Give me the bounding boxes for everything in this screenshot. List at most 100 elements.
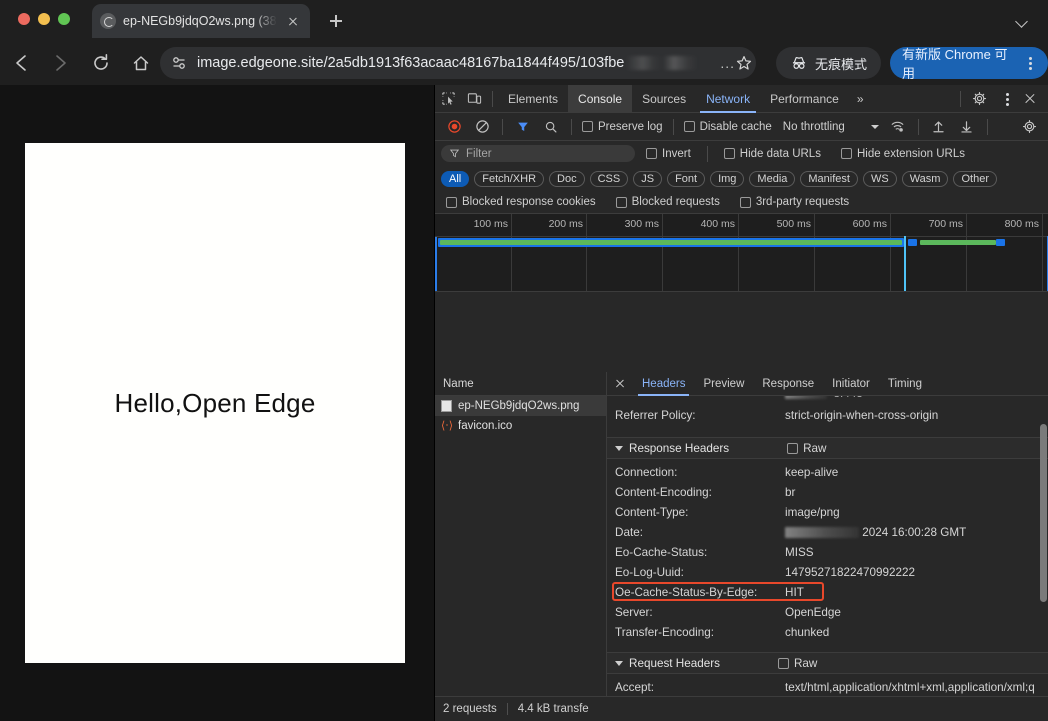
- hide-data-urls-checkbox[interactable]: Hide data URLs: [721, 148, 824, 160]
- record-stop-icon[interactable]: [441, 114, 467, 140]
- tab-headers[interactable]: Headers: [633, 372, 694, 396]
- search-icon[interactable]: [538, 114, 564, 140]
- type-filter-media[interactable]: Media: [749, 170, 796, 187]
- header-value: strict-origin-when-cross-origin: [785, 409, 939, 422]
- invert-checkbox[interactable]: Invert: [643, 148, 694, 160]
- window-maximize-button[interactable]: [58, 13, 70, 25]
- type-filter-other[interactable]: Other: [953, 170, 997, 187]
- header-row-transfer-encoding: Transfer-Encoding: chunked: [607, 623, 1048, 643]
- header-key: Transfer-Encoding:: [615, 626, 714, 639]
- tab-timing[interactable]: Timing: [879, 372, 931, 396]
- dom-content-loaded-marker: [904, 236, 906, 291]
- overview-left-edge[interactable]: [435, 236, 437, 291]
- header-row-eo-cache-status: Eo-Cache-Status: MISS: [607, 543, 1048, 563]
- tab-preview[interactable]: Preview: [694, 372, 753, 396]
- type-filter-ws[interactable]: WS: [862, 170, 897, 187]
- blocked-requests-checkbox[interactable]: Blocked requests: [613, 196, 723, 208]
- type-filter-wasm[interactable]: Wasm: [901, 170, 949, 187]
- type-filter-img[interactable]: Img: [710, 170, 745, 187]
- table-row[interactable]: ⟨‧⟩ favicon.ico: [435, 416, 606, 436]
- request-list: Name ep-NEGb9jdqO2ws.png ⟨‧⟩ favicon.ico: [435, 372, 607, 696]
- chrome-update-button[interactable]: 有新版 Chrome 可用: [890, 47, 1048, 81]
- header-value: OpenEdge: [785, 606, 841, 619]
- tab-network[interactable]: Network: [696, 85, 760, 113]
- close-icon[interactable]: [284, 12, 302, 30]
- header-value: 8:443: [785, 396, 1040, 399]
- type-filter-manifest[interactable]: Manifest: [800, 170, 858, 187]
- incognito-indicator[interactable]: 无痕模式: [776, 47, 882, 79]
- window-minimize-button[interactable]: [38, 13, 50, 25]
- filter-funnel-icon[interactable]: [510, 114, 536, 140]
- tab-performance[interactable]: Performance: [760, 85, 849, 113]
- more-tabs-icon[interactable]: »: [849, 92, 872, 106]
- device-toolbar-icon[interactable]: [461, 86, 487, 112]
- close-icon[interactable]: [1018, 87, 1042, 111]
- kebab-menu-icon[interactable]: [1022, 53, 1038, 73]
- star-icon[interactable]: [735, 54, 753, 72]
- response-raw-checkbox[interactable]: Raw: [787, 442, 826, 455]
- plus-icon[interactable]: [326, 11, 346, 31]
- request-raw-checkbox[interactable]: Raw: [777, 657, 817, 670]
- header-key: Server:: [615, 606, 653, 619]
- preserve-log-checkbox[interactable]: Preserve log: [579, 121, 666, 133]
- header-value: 14795271822470992222: [785, 566, 916, 579]
- header-key: Content-Type:: [615, 506, 689, 519]
- type-filter-all[interactable]: All: [441, 170, 470, 187]
- header-row-referrer-policy: Referrer Policy: strict-origin-when-cros…: [607, 406, 1048, 426]
- scrollbar-thumb[interactable]: [1040, 424, 1047, 602]
- header-key: Date:: [615, 526, 643, 539]
- table-row[interactable]: ep-NEGb9jdqO2ws.png: [435, 396, 606, 416]
- arrow-back-icon[interactable]: [8, 50, 34, 76]
- redacted-date-segment: [785, 527, 859, 539]
- headers-scroll-area[interactable]: Remote Address: 8:443 Referrer Policy: s…: [607, 396, 1048, 696]
- loading-spinner-icon: [100, 13, 116, 29]
- type-filter-fetch-xhr[interactable]: Fetch/XHR: [474, 170, 545, 187]
- network-conditions-icon[interactable]: [885, 114, 911, 140]
- chevron-down-icon[interactable]: [1012, 10, 1032, 30]
- divider: [960, 90, 961, 107]
- hide-extension-urls-checkbox[interactable]: Hide extension URLs: [838, 148, 968, 160]
- request-detail-tabbar: Headers Preview Response Initiator Timin…: [607, 372, 1048, 396]
- request-list-column-header[interactable]: Name: [435, 372, 606, 396]
- checkbox-box: [646, 148, 657, 159]
- upload-har-icon[interactable]: [926, 114, 952, 140]
- browser-tab[interactable]: ep-NEGb9jdqO2ws.png (380: [92, 4, 310, 38]
- gear-icon[interactable]: [1016, 114, 1042, 140]
- tab-sources[interactable]: Sources: [632, 85, 696, 113]
- type-filter-font[interactable]: Font: [667, 170, 706, 187]
- response-headers-section-header[interactable]: Response Headers Raw: [607, 437, 1048, 459]
- tab-elements[interactable]: Elements: [498, 85, 568, 113]
- request-headers-section-header[interactable]: Request Headers Raw: [607, 652, 1048, 674]
- browser-tab-title: ep-NEGb9jdqO2ws.png (380: [123, 14, 277, 28]
- download-har-icon[interactable]: [954, 114, 980, 140]
- tab-console[interactable]: Console: [568, 84, 633, 113]
- request-count: 2 requests: [443, 703, 497, 715]
- inspect-element-icon[interactable]: [435, 86, 461, 112]
- type-filter-js[interactable]: JS: [633, 170, 663, 187]
- third-party-requests-checkbox[interactable]: 3rd-party requests: [737, 196, 852, 208]
- close-icon[interactable]: [607, 372, 633, 396]
- type-filter-css[interactable]: CSS: [589, 170, 629, 187]
- blocked-response-cookies-checkbox[interactable]: Blocked response cookies: [443, 196, 599, 208]
- divider: [986, 118, 988, 135]
- checkbox-box: [777, 657, 789, 669]
- network-overview-timeline[interactable]: 100 ms 200 ms 300 ms 400 ms 500 ms 600 m…: [435, 214, 1048, 292]
- divider: [917, 118, 919, 135]
- chevron-down-icon: [870, 124, 879, 129]
- throttling-select[interactable]: No throttling: [777, 121, 879, 133]
- gear-icon[interactable]: [966, 86, 992, 112]
- type-filter-doc[interactable]: Doc: [549, 170, 585, 187]
- window-close-button[interactable]: [18, 13, 30, 25]
- address-bar[interactable]: image.edgeone.site/2a5db1913f63acaac4816…: [160, 47, 756, 79]
- page-info-icon[interactable]: [170, 54, 188, 72]
- request-name: ep-NEGb9jdqO2ws.png: [458, 400, 580, 412]
- clear-icon[interactable]: [469, 114, 495, 140]
- home-icon[interactable]: [128, 50, 154, 76]
- filter-input[interactable]: Filter: [441, 145, 635, 162]
- reload-icon[interactable]: [88, 50, 114, 76]
- tab-initiator[interactable]: Initiator: [823, 372, 879, 396]
- header-value: image/png: [785, 506, 840, 519]
- tab-response[interactable]: Response: [753, 372, 823, 396]
- kebab-menu-icon[interactable]: [992, 86, 1018, 112]
- disable-cache-checkbox[interactable]: Disable cache: [681, 121, 775, 133]
